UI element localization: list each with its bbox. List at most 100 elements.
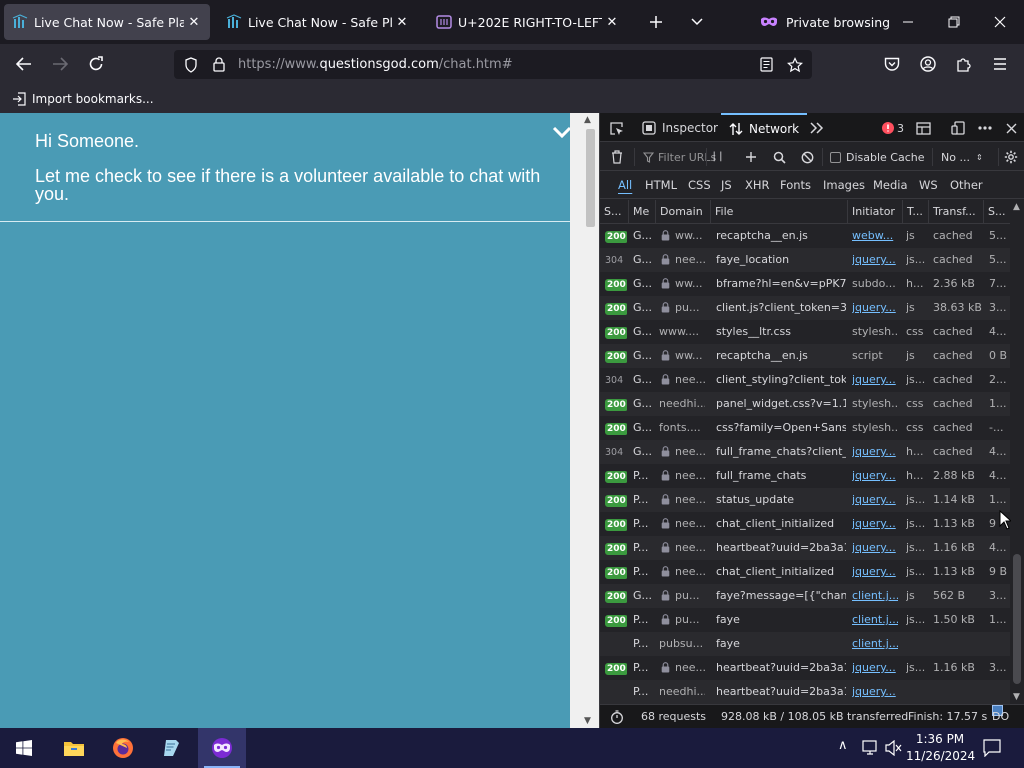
scroll-down-icon[interactable]: ▼	[584, 716, 591, 726]
restore-icon[interactable]	[940, 8, 968, 36]
import-bookmarks-button[interactable]: Import bookmarks...	[12, 92, 154, 106]
file-explorer-button[interactable]	[50, 728, 98, 768]
request-row[interactable]: 304 G... nee... client_styling?client_toke j…	[600, 368, 1010, 392]
request-row[interactable]: 304 G... nee... full_frame_chats?client_to j…	[600, 440, 1010, 464]
reader-view-icon[interactable]	[760, 57, 773, 72]
filter-ws[interactable]: WS	[919, 177, 938, 193]
new-tab-plus-icon[interactable]	[642, 8, 670, 36]
request-row[interactable]: 200 P... nee... status_update jquery... js...…	[600, 488, 1010, 512]
scroll-down-icon[interactable]: ▼	[1013, 692, 1020, 702]
cell-initiator[interactable]: jquery...	[852, 464, 898, 488]
request-row[interactable]: 200 G... www.... styles__ltr.css stylesh... c…	[600, 320, 1010, 344]
col-file[interactable]: File	[710, 200, 847, 224]
cell-initiator[interactable]: jquery...	[852, 368, 898, 392]
scrollbar-thumb[interactable]	[1013, 554, 1021, 684]
cell-initiator[interactable]: jquery...	[852, 680, 898, 704]
dock-layout-icon[interactable]	[914, 119, 932, 137]
request-row[interactable]: 200 G... fonts.... css?family=Open+Sans:30 s…	[600, 416, 1010, 440]
page-scrollbar[interactable]: ▲ ▼	[570, 113, 599, 728]
start-button[interactable]	[0, 728, 48, 768]
scroll-up-icon[interactable]: ▲	[584, 115, 591, 125]
error-count-badge[interactable]: 3	[882, 119, 908, 137]
close-window-icon[interactable]	[986, 8, 1014, 36]
firefox-button[interactable]	[99, 728, 147, 768]
filter-all[interactable]: All	[618, 177, 632, 193]
performance-stopwatch-icon[interactable]	[610, 710, 624, 724]
tab-close-icon[interactable]: ✕	[604, 15, 620, 30]
minimize-chevron-icon[interactable]	[552, 123, 572, 139]
col-size[interactable]: S...	[983, 200, 1010, 224]
tab-close-icon[interactable]: ✕	[394, 15, 410, 30]
back-arrow-icon[interactable]	[10, 50, 38, 78]
pause-recording-button[interactable]: | |	[706, 148, 728, 166]
account-icon[interactable]	[914, 50, 942, 78]
extensions-puzzle-icon[interactable]	[950, 50, 978, 78]
request-row[interactable]: P... pubsu... faye client.j...	[600, 632, 1010, 656]
hamburger-menu-icon[interactable]	[986, 50, 1014, 78]
cell-initiator[interactable]: client.j...	[852, 584, 898, 608]
col-transferred[interactable]: Transf...	[928, 200, 983, 224]
cell-initiator[interactable]: client.j...	[852, 608, 898, 632]
request-row[interactable]: 200 P... nee... heartbeat?uuid=2ba3a18 jquer…	[600, 536, 1010, 560]
network-icon[interactable]	[862, 740, 880, 756]
cell-initiator[interactable]: jquery...	[852, 488, 898, 512]
disable-cache-checkbox[interactable]: Disable Cache	[822, 148, 925, 166]
cell-initiator[interactable]: jquery...	[852, 560, 898, 584]
notifications-icon[interactable]	[983, 739, 1001, 757]
scroll-up-icon[interactable]: ▲	[1013, 202, 1020, 212]
request-row[interactable]: 200 P... nee... full_frame_chats jquery... h.…	[600, 464, 1010, 488]
request-list-scrollbar[interactable]: ▲ ▼	[1010, 200, 1024, 704]
block-requests-icon[interactable]	[798, 148, 816, 166]
request-row[interactable]: 200 G... pu... faye?message=[{"channel clien…	[600, 584, 1010, 608]
cell-initiator[interactable]: jquery...	[852, 440, 898, 464]
cell-initiator[interactable]: client.j...	[852, 632, 898, 656]
col-type[interactable]: T...	[902, 200, 928, 224]
reload-icon[interactable]	[82, 50, 110, 78]
devtools-menu-dots-icon[interactable]	[976, 119, 994, 137]
filter-images[interactable]: Images	[823, 177, 865, 193]
firefox-private-button[interactable]	[198, 728, 246, 768]
request-row[interactable]: P... needhi... heartbeat?uuid=2ba3a18 jquer…	[600, 680, 1010, 704]
request-row[interactable]: 200 G... ww... recaptcha__en.js webw... js cac…	[600, 224, 1010, 248]
element-picker-icon[interactable]	[607, 119, 625, 137]
filter-html[interactable]: HTML	[645, 177, 677, 193]
request-row[interactable]: 304 G... nee... faye_location jquery... js...…	[600, 248, 1010, 272]
tab-unicode-rtl[interactable]: U+202E RIGHT-TO-LEFT OVER ✕	[428, 4, 628, 40]
cell-initiator[interactable]: jquery...	[852, 512, 898, 536]
tab-network[interactable]: Network	[721, 113, 808, 142]
list-all-tabs-chevron-icon[interactable]	[683, 8, 711, 36]
cell-initiator[interactable]: jquery...	[852, 536, 898, 560]
filter-urls-input[interactable]: Filter URLs	[634, 148, 716, 166]
search-icon[interactable]	[770, 148, 788, 166]
request-row[interactable]: 200 G... ww... bframe?hl=en&v=pPK749 subdo..…	[600, 272, 1010, 296]
address-bar[interactable]: https://www.questionsgod.com/chat.htm#	[174, 50, 812, 79]
volume-muted-icon[interactable]	[885, 740, 903, 756]
app-button[interactable]	[148, 728, 196, 768]
filter-xhr[interactable]: XHR	[745, 177, 770, 193]
show-hidden-icons-chevron-icon[interactable]: ∧	[838, 738, 848, 753]
request-row[interactable]: 200 P... pu... faye client.j... js... 1.50 kB 1…	[600, 608, 1010, 632]
throttling-select[interactable]: No ... ⇕	[932, 148, 983, 166]
col-method[interactable]: Me	[628, 200, 655, 224]
filter-other[interactable]: Other	[950, 177, 983, 193]
tab-live-chat-2[interactable]: Live Chat Now - Safe Place to ✕	[218, 4, 418, 40]
scrollbar-thumb[interactable]	[586, 129, 595, 227]
forward-arrow-icon[interactable]	[46, 50, 74, 78]
lock-icon[interactable]	[213, 57, 225, 72]
cell-initiator[interactable]: jquery...	[852, 296, 898, 320]
pocket-icon[interactable]	[878, 50, 906, 78]
close-devtools-icon[interactable]	[1002, 119, 1020, 137]
clear-trash-icon[interactable]	[608, 148, 626, 166]
col-domain[interactable]: Domain	[655, 200, 710, 224]
network-settings-gear-icon[interactable]	[998, 148, 1022, 166]
request-row[interactable]: 200 P... nee... heartbeat?uuid=2ba3a18 jquer…	[600, 656, 1010, 680]
request-row[interactable]: 200 P... nee... chat_client_initialized jque…	[600, 560, 1010, 584]
col-status[interactable]: S...	[600, 200, 628, 224]
system-clock[interactable]: 1:36 PM 11/26/2024	[906, 731, 975, 765]
tracking-protection-shield-icon[interactable]	[184, 56, 198, 73]
cell-initiator[interactable]: jquery...	[852, 656, 898, 680]
request-row[interactable]: 200 P... nee... chat_client_initialized jque…	[600, 512, 1010, 536]
tab-live-chat-1[interactable]: Live Chat Now - Safe Place to ✕	[4, 4, 210, 40]
cell-initiator[interactable]: webw...	[852, 224, 898, 248]
request-row[interactable]: 200 G... pu... client.js?client_token=36 jqu…	[600, 296, 1010, 320]
